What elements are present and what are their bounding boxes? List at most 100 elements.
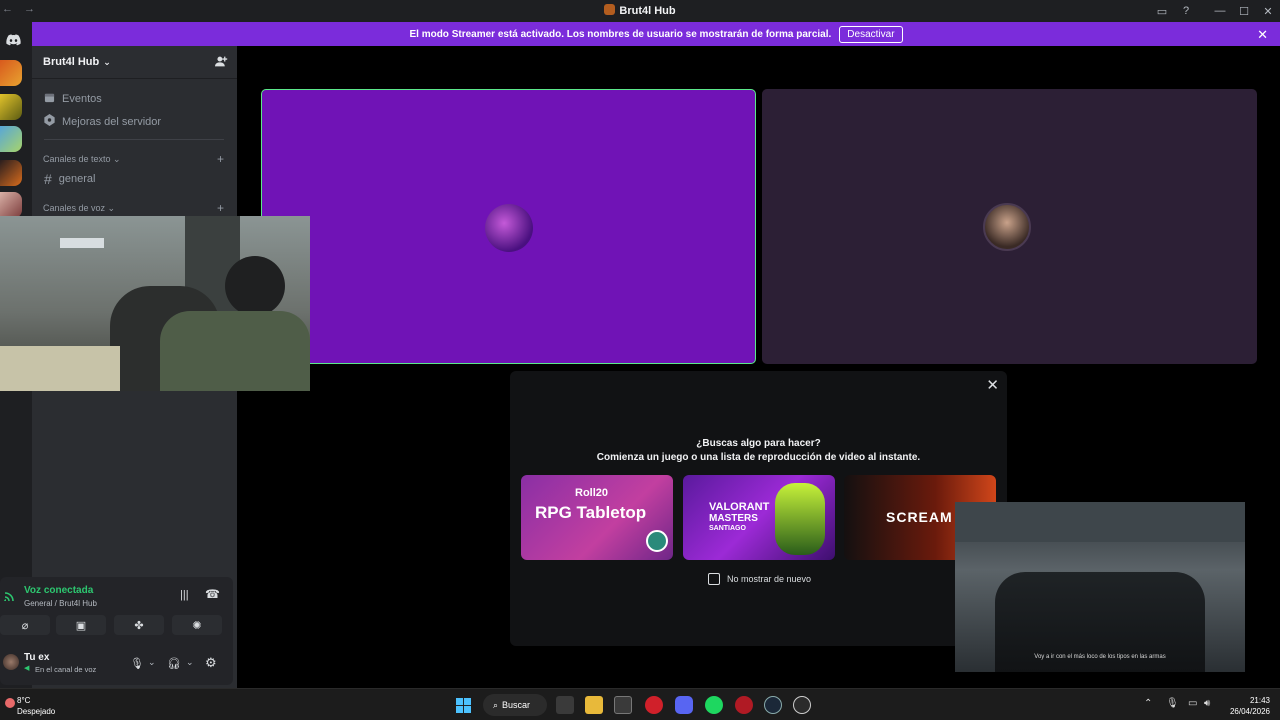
file-explorer-icon[interactable]: [585, 696, 603, 714]
search-icon: ⌕: [493, 699, 499, 710]
deactivate-button[interactable]: Desactivar: [839, 25, 903, 43]
card-brand: Roll20: [575, 487, 609, 499]
server-boost-item[interactable]: Mejoras del servidor: [44, 114, 161, 129]
voice-location[interactable]: General / Brut4l Hub: [24, 599, 97, 608]
close-icon[interactable]: ✕: [1257, 27, 1268, 43]
events-label: Eventos: [62, 93, 102, 105]
discord-home-icon[interactable]: [0, 30, 26, 50]
boost-icon: [44, 114, 55, 129]
streamer-mode-banner: El modo Streamer está activado. Los nomb…: [32, 22, 1280, 46]
cursor-icon: [646, 530, 668, 552]
server-icon: [604, 4, 616, 15]
checkbox[interactable]: [708, 573, 720, 585]
activity-card-rpg-tabletop[interactable]: Roll20 RPG Tabletop: [521, 475, 673, 560]
close-window-button[interactable]: ✕: [1256, 0, 1280, 22]
headphones-icon[interactable]: 🎧︎: [167, 657, 181, 670]
chevron-down-icon[interactable]: ⌄: [148, 657, 156, 668]
discord-taskbar-icon[interactable]: [675, 696, 693, 714]
voice-connection-panel: Voz conectada General / Brut4l Hub ||| ☎…: [0, 577, 233, 685]
ceiling: [955, 502, 1245, 542]
windows-start-icon[interactable]: [454, 696, 472, 714]
minimize-button[interactable]: —: [1208, 0, 1232, 22]
voice-connected-status[interactable]: Voz conectada: [24, 585, 93, 596]
app-icon[interactable]: [793, 696, 811, 714]
avatar: [485, 204, 533, 252]
weather-icon: [5, 698, 15, 708]
window-title: Brut4l Hub: [0, 4, 1280, 17]
voice-channels-category[interactable]: Canales de voz ⌄: [43, 203, 115, 214]
steam-icon[interactable]: [764, 696, 782, 714]
participant-tile[interactable]: [762, 89, 1257, 364]
shelf: [60, 238, 104, 248]
clock[interactable]: 21:43 26/04/2026: [1230, 695, 1270, 717]
weather-desc: Despejado: [17, 707, 56, 716]
card-title: RPG Tabletop: [535, 503, 647, 522]
add-voice-channel-icon[interactable]: +: [217, 201, 224, 215]
server-icon-1[interactable]: [0, 60, 22, 86]
task-view-icon[interactable]: [556, 696, 574, 714]
microphone-icon[interactable]: 🎙︎: [1166, 698, 1179, 709]
hashtag-icon: #: [44, 171, 52, 187]
screen-share-icon: ▣: [75, 619, 87, 632]
server-icon-2[interactable]: [0, 94, 22, 120]
channel-name: general: [58, 173, 96, 185]
checkbox-label: No mostrar de nuevo: [727, 574, 812, 584]
person-head: [225, 256, 285, 316]
user-status: En el canal de voz: [35, 665, 97, 674]
chevron-up-icon[interactable]: ⌃: [1144, 698, 1152, 709]
time: 21:43: [1249, 696, 1270, 705]
server-icon-5[interactable]: [0, 192, 22, 218]
speaker-status-icon: ◀: [24, 665, 30, 672]
server-header[interactable]: Brut4l Hub ⌄: [32, 46, 237, 79]
card-brand: VALORANT: [709, 501, 770, 513]
activities-button[interactable]: ✤: [114, 615, 164, 635]
store-icon[interactable]: [614, 696, 632, 714]
server-icon-4[interactable]: [0, 160, 22, 186]
soundboard-button[interactable]: ✺: [172, 615, 222, 635]
close-icon[interactable]: ✕: [986, 376, 999, 394]
participant-tile-speaking[interactable]: [261, 89, 756, 364]
events-item[interactable]: Eventos: [44, 92, 102, 106]
server-name: Brut4l Hub: [43, 56, 100, 68]
person-body: [160, 311, 310, 391]
noise-suppression-icon[interactable]: |||: [180, 589, 189, 601]
channel-general[interactable]: # general: [44, 171, 96, 187]
streamer-mode-text: El modo Streamer está activado. Los nomb…: [409, 28, 832, 40]
taskbar-search[interactable]: ⌕ Buscar: [483, 694, 547, 716]
search-label: Buscar: [502, 700, 531, 710]
weather-temp: 8°C: [17, 696, 31, 705]
do-not-show-again[interactable]: No mostrar de nuevo: [708, 573, 811, 585]
date: 26/04/2026: [1229, 707, 1270, 716]
soundboard-icon: ✺: [192, 619, 202, 632]
username[interactable]: Tu ex: [24, 652, 49, 663]
server-icon-3[interactable]: [0, 126, 22, 152]
user-avatar[interactable]: [3, 654, 19, 670]
divider: [44, 139, 224, 140]
inbox-icon[interactable]: ▭: [1150, 0, 1174, 22]
activities-icon: ✤: [134, 619, 144, 632]
invite-people-icon[interactable]: [215, 55, 228, 71]
add-text-channel-icon[interactable]: +: [217, 152, 224, 166]
window-titlebar: ← → Brut4l Hub ▭ ? — ☐ ✕: [0, 0, 1280, 22]
volume-icon[interactable]: 🔊︎: [1204, 698, 1210, 709]
camera-toggle-button[interactable]: ⌀: [0, 615, 50, 635]
screen-share-button[interactable]: ▣: [56, 615, 106, 635]
chevron-down-icon[interactable]: ⌄: [186, 657, 194, 668]
card-subtitle: SANTIAGO: [709, 525, 746, 532]
modal-heading: ¿Buscas algo para hacer?: [696, 438, 821, 449]
microphone-icon[interactable]: 🎙︎: [130, 657, 144, 670]
server-boost-label: Mejoras del servidor: [62, 115, 162, 128]
network-icon[interactable]: ▭: [1188, 698, 1197, 709]
gear-icon[interactable]: ⚙: [205, 655, 217, 671]
maximize-button[interactable]: ☐: [1232, 0, 1256, 22]
weather-widget[interactable]: 8°C Despejado: [5, 695, 56, 717]
card-title: SCREAM: [886, 509, 953, 525]
activity-card-valorant-masters[interactable]: VALORANT MASTERS SANTIAGO: [683, 475, 835, 560]
spotify-icon[interactable]: [705, 696, 723, 714]
help-icon[interactable]: ?: [1174, 0, 1198, 22]
disconnect-icon[interactable]: ☎: [205, 587, 220, 601]
opera-icon[interactable]: [645, 696, 663, 714]
app-icon[interactable]: [735, 696, 753, 714]
video-overlay: Voy a ir con el más loco de los tipos en…: [955, 502, 1245, 672]
text-channels-category[interactable]: Canales de texto ⌄: [43, 154, 121, 165]
